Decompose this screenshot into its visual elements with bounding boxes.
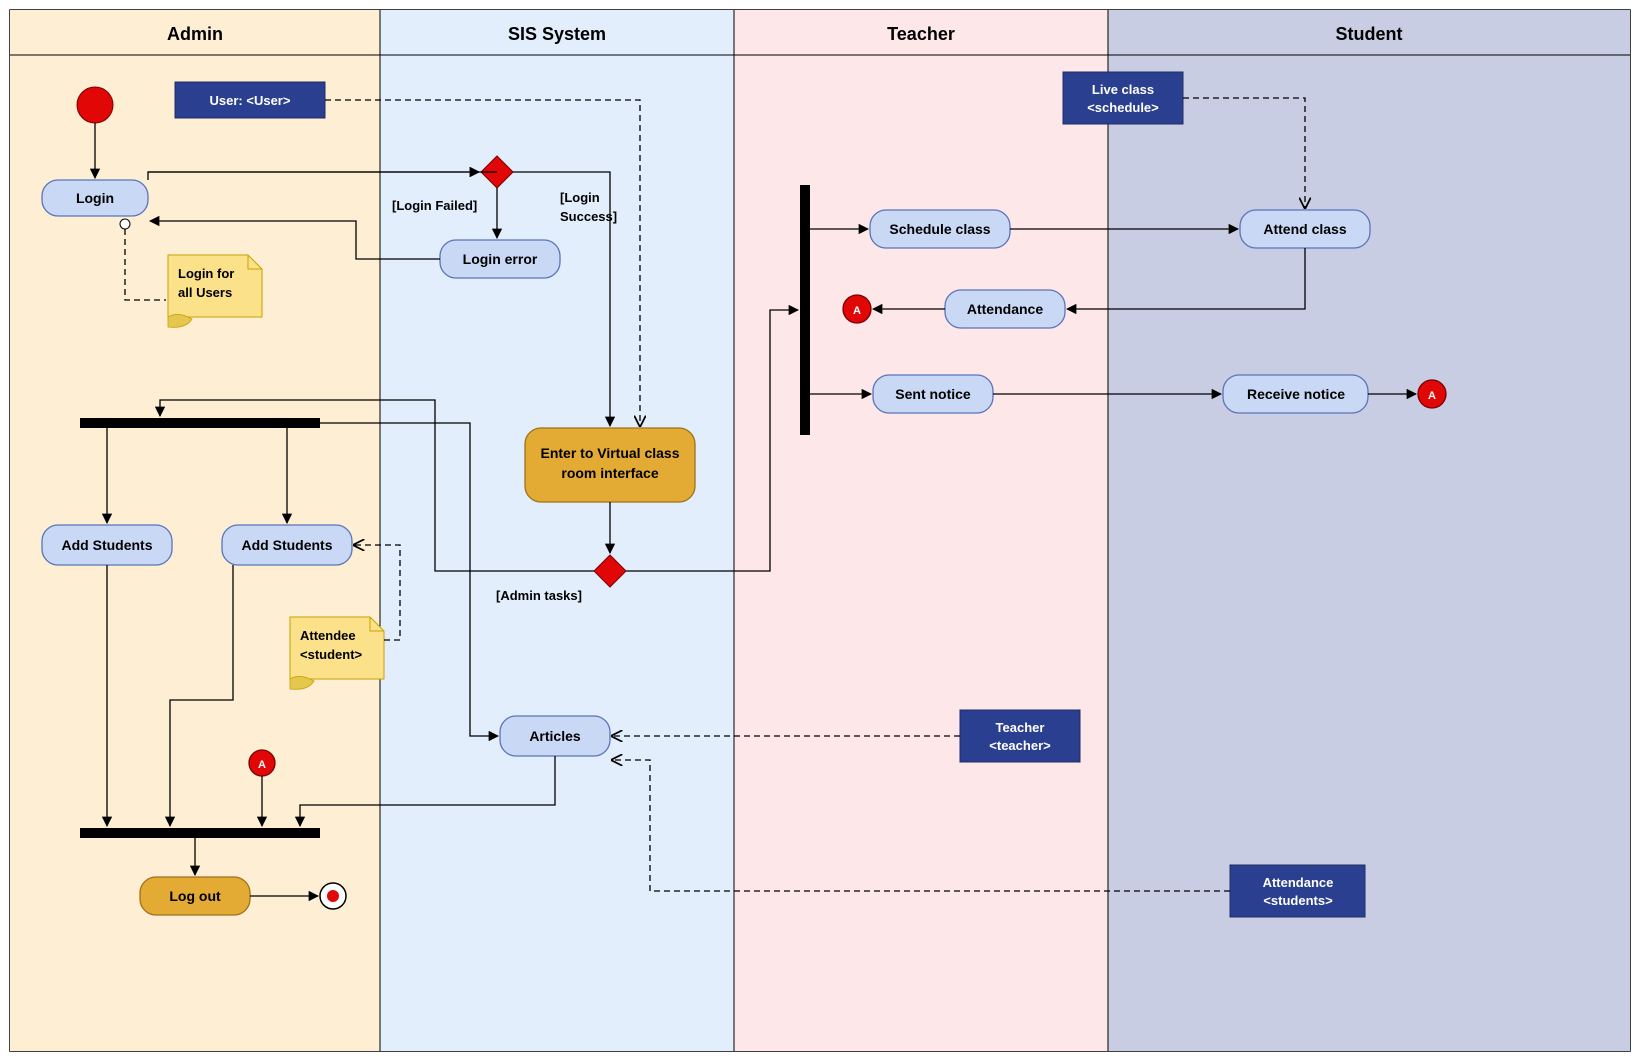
note-attendee-l2: <student> — [300, 647, 363, 662]
object-teacher-l1: Teacher — [996, 720, 1045, 735]
activity-login-label: Login — [76, 190, 114, 206]
activity-receive-notice-label: Receive notice — [1247, 386, 1345, 402]
lane-student — [1108, 10, 1630, 1051]
fork-admin — [80, 418, 320, 428]
activity-logout-label: Log out — [169, 888, 221, 904]
activity-enter-vcr-l2: room interface — [561, 465, 658, 481]
lane-admin-title: Admin — [167, 24, 223, 44]
note-login-all-l1: Login for — [178, 266, 234, 281]
svg-text:A: A — [1428, 390, 1436, 402]
svg-text:A: A — [853, 305, 861, 317]
svg-text:A: A — [258, 759, 266, 771]
object-att-stud-l2: <students> — [1263, 893, 1333, 908]
lane-student-title: Student — [1336, 24, 1403, 44]
activity-add-students-1-label: Add Students — [62, 537, 153, 553]
activity-articles-label: Articles — [529, 728, 581, 744]
object-attendance-students — [1230, 865, 1365, 917]
join-admin — [80, 828, 320, 838]
activity-enter-vcr-l1: Enter to Virtual class — [540, 445, 679, 461]
guard-login-success-l1: [Login — [560, 190, 600, 205]
activity-sent-notice-label: Sent notice — [895, 386, 971, 402]
lane-sis — [380, 10, 734, 1051]
object-live-class — [1063, 72, 1183, 124]
lane-sis-title: SIS System — [508, 24, 606, 44]
guard-login-failed: [Login Failed] — [392, 198, 477, 213]
note-attendee-l1: Attendee — [300, 628, 356, 643]
object-teacher — [960, 710, 1080, 762]
activity-diagram: Admin SIS System Teacher Student Login U… — [0, 0, 1640, 1061]
lane-teacher — [734, 10, 1108, 1051]
activity-add-students-2-label: Add Students — [242, 537, 333, 553]
activity-attendance-label: Attendance — [967, 301, 1043, 317]
fork-teacher — [800, 185, 810, 435]
object-teacher-l2: <teacher> — [989, 738, 1051, 753]
guard-admin-tasks: [Admin tasks] — [496, 588, 582, 603]
activity-login-error-label: Login error — [463, 251, 538, 267]
object-live-class-l2: <schedule> — [1087, 100, 1159, 115]
object-user-label: User: <User> — [210, 93, 291, 108]
note-login-all-l2: all Users — [178, 285, 232, 300]
activity-schedule-class-label: Schedule class — [889, 221, 990, 237]
lane-teacher-title: Teacher — [887, 24, 955, 44]
object-att-stud-l1: Attendance — [1263, 875, 1334, 890]
guard-login-success-l2: Success] — [560, 209, 617, 224]
object-live-class-l1: Live class — [1092, 82, 1154, 97]
initial-node — [77, 87, 113, 123]
activity-attend-class-label: Attend class — [1263, 221, 1346, 237]
